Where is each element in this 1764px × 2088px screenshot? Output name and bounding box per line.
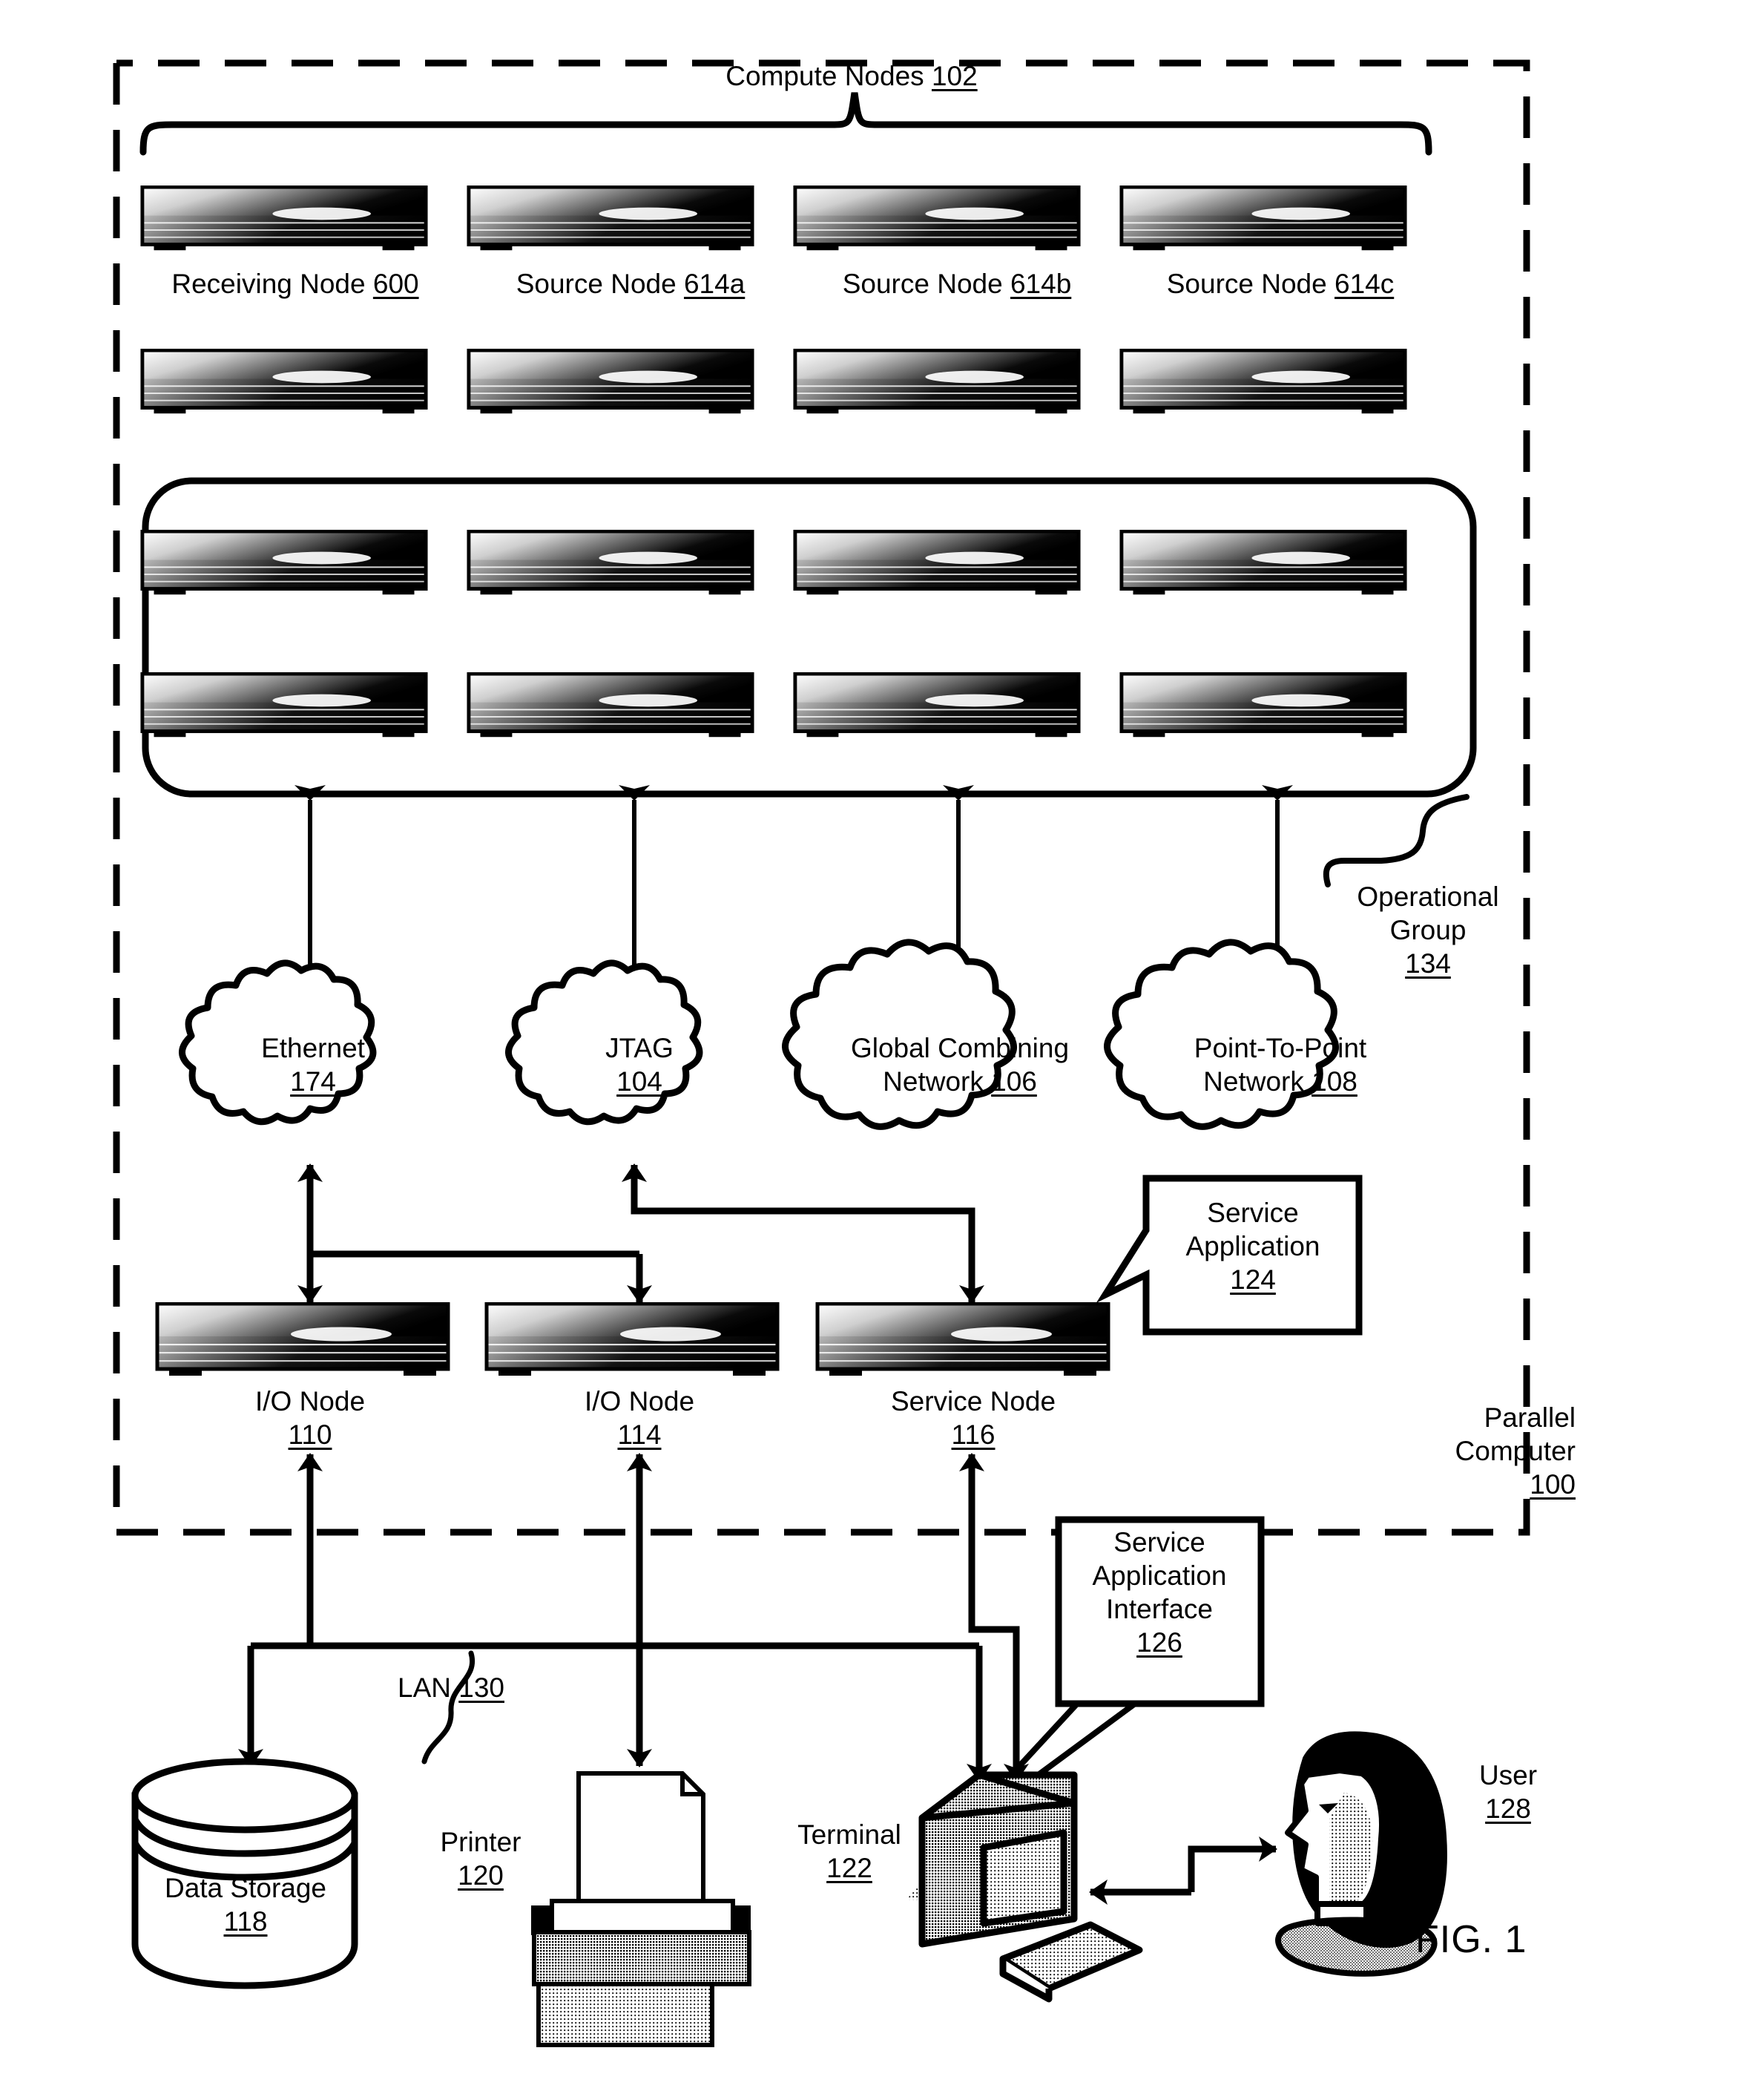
io-node-110-label: I/O Node 110: [254, 1386, 366, 1451]
global-combining-network-label: Global Combining Network 106: [850, 1033, 1070, 1097]
parallel-computer-label: Parallel Computer 100: [1455, 1402, 1576, 1500]
compute-node-r2c0: [139, 348, 429, 414]
n1_2: [793, 348, 1081, 414]
source-node-a-graphic: [466, 185, 755, 251]
operational-group-node-r1c0: [139, 529, 429, 595]
n2_2: [793, 529, 1081, 595]
data-storage-label: Data Storage 118: [164, 1873, 327, 1937]
low1: [484, 1301, 780, 1376]
n2_3: [1119, 529, 1407, 595]
terminal-user-arrows: [1089, 1836, 1277, 1905]
source-node-c-label: Source Node 614c: [1166, 269, 1395, 299]
printer-label: Printer 120: [440, 1827, 521, 1891]
io-node-114-label: I/O Node 114: [584, 1386, 695, 1451]
service-node-116-label: Service Node 116: [890, 1386, 1056, 1451]
n0_1: [467, 185, 754, 251]
operational-group-outline: [142, 477, 1477, 798]
n3_3: [1119, 672, 1407, 738]
printer-shape: [531, 1771, 751, 2047]
compute-nodes-label: Compute Nodes 102: [725, 61, 978, 91]
io-node-110-graphic: [154, 1301, 451, 1376]
compute-nodes-brace: [139, 92, 1432, 156]
compute-node-r2c1: [466, 348, 755, 414]
low2: [815, 1301, 1110, 1376]
n3_0: [140, 672, 428, 738]
lan-label: LAN 130: [398, 1672, 504, 1703]
lan-leader: [421, 1650, 475, 1764]
terminal-label: Terminal 122: [797, 1819, 901, 1884]
user-label: User 128: [1478, 1760, 1538, 1825]
figure-number: FIG. 1: [1415, 1918, 1527, 1961]
source-node-c-graphic: [1119, 185, 1408, 251]
operational-group-leader: [1323, 794, 1470, 887]
source-node-b-label: Source Node 614b: [842, 269, 1072, 299]
operational-group-node-r2c2: [792, 672, 1082, 738]
compute-node-r2c2: [792, 348, 1082, 414]
n2_1: [467, 529, 754, 595]
operational-group-node-r2c0: [139, 672, 429, 738]
n0_0: [140, 185, 428, 251]
cloud-to-io-links: [297, 1163, 984, 1304]
operational-group-node-r1c1: [466, 529, 755, 595]
n2_0: [140, 529, 428, 595]
source-node-b-graphic: [792, 185, 1082, 251]
n3_2: [793, 672, 1081, 738]
service-application-interface-label: Service Application Interface 126: [1092, 1527, 1227, 1658]
operational-group-node-r2c3: [1119, 672, 1408, 738]
receiving-node-graphic: [139, 185, 429, 251]
io-node-114-graphic: [484, 1301, 780, 1376]
terminal-shape: [906, 1771, 1143, 2003]
source-node-a-label: Source Node 614a: [516, 269, 746, 299]
operational-group-node-r2c1: [466, 672, 755, 738]
operational-group-node-r1c3: [1119, 529, 1408, 595]
service-node-116-graphic: [814, 1301, 1111, 1376]
operational-group-label: Operational Group 134: [1357, 882, 1499, 979]
n1_3: [1119, 348, 1407, 414]
low0: [155, 1301, 450, 1376]
opgroup-network-arrows: [294, 785, 1293, 1011]
node-to-lan-links: [238, 1453, 1029, 1782]
jtag-label: JTAG 104: [605, 1033, 674, 1097]
figure-canvas: Compute Nodes 102 Receiving Node 600 Sou…: [0, 0, 1764, 2088]
ethernet-label: Ethernet 174: [261, 1033, 365, 1097]
n0_2: [793, 185, 1081, 251]
n0_3: [1119, 185, 1407, 251]
service-application-label: Service Application 124: [1185, 1198, 1320, 1296]
n1_1: [467, 348, 754, 414]
receiving-node-label: Receiving Node 600: [171, 269, 419, 299]
n1_0: [140, 348, 428, 414]
point-to-point-network-label: Point-To-Point Network 108: [1194, 1033, 1367, 1097]
n3_1: [467, 672, 754, 738]
operational-group-node-r1c2: [792, 529, 1082, 595]
compute-node-r2c3: [1119, 348, 1408, 414]
